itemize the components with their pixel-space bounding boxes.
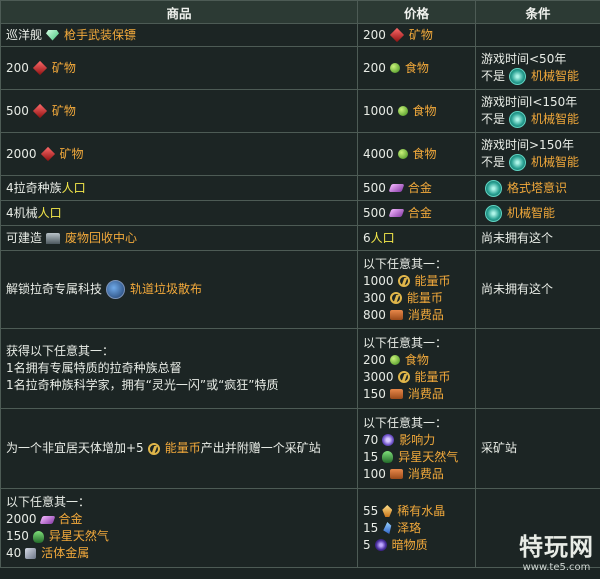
- condition-cell: 游戏时间<50年 不是 机械智能: [475, 46, 600, 90]
- trait-link[interactable]: 机械智能: [531, 69, 579, 83]
- table-row: 以下任意其一： 2000 合金 150 异星天然气 40 活体金属 55 稀有水晶 15…: [0, 488, 600, 568]
- condition-cell: 机械智能: [475, 200, 600, 226]
- energy-icon: [397, 371, 410, 383]
- goods-cell: 4机械人口: [0, 200, 358, 226]
- energy-icon: [147, 442, 160, 455]
- living-metal-icon: [25, 548, 37, 559]
- goods-cell: 获得以下任意其一： 1名拥有专属特质的拉奇种族总督 1名拉奇种族科学家，拥有“灵…: [0, 328, 358, 409]
- price-cell: 55 稀有水晶 15 泽珞 5 暗物质: [357, 488, 476, 568]
- table-row: 200 矿物 200 食物 游戏时间<50年 不是 机械智能: [0, 46, 600, 90]
- minerals-icon: [389, 27, 404, 43]
- table-row: 巡洋舰 枪手武装保镖 200 矿物: [0, 23, 600, 47]
- price-cell: 6人口: [357, 225, 476, 251]
- rare-crystal-icon: [382, 505, 393, 517]
- energy-icon: [397, 275, 410, 287]
- goods-link[interactable]: 枪手武装保镖: [64, 28, 136, 42]
- goods-cell: 500 矿物: [0, 89, 358, 133]
- table-row: 可建造 废物回收中心 6人口 尚未拥有这个: [0, 225, 600, 251]
- condition-cell: [475, 328, 600, 409]
- consumer-goods-icon: [389, 469, 403, 479]
- goods-cell: 可建造 废物回收中心: [0, 225, 358, 251]
- influence-icon: [382, 434, 395, 446]
- minerals-icon: [32, 60, 47, 76]
- goods-cell: 巡洋舰 枪手武装保镖: [0, 23, 358, 47]
- goods-cell: 以下任意其一： 2000 合金 150 异星天然气 40 活体金属: [0, 488, 358, 568]
- trait-link[interactable]: 格式塔意识: [507, 181, 567, 195]
- trait-link[interactable]: 机械智能: [531, 112, 579, 126]
- price-cell: 1000 食物: [357, 89, 476, 133]
- food-icon: [389, 355, 400, 365]
- gem-icon: [46, 29, 60, 41]
- trade-table: 商品 价格 条件 巡洋舰 枪手武装保镖 200 矿物 200 矿物 200 食物 游戏时…: [0, 0, 600, 568]
- table-row: 4拉奇种族人口 500 合金 格式塔意识: [0, 175, 600, 201]
- goods-cell: 2000 矿物: [0, 132, 358, 176]
- machine-intelligence-icon: [509, 154, 527, 171]
- goods-cell: 4拉奇种族人口: [0, 175, 358, 201]
- price-cell: 4000 食物: [357, 132, 476, 176]
- table-row: 4机械人口 500 合金 机械智能: [0, 200, 600, 226]
- watermark: 特玩网 www.te5.com: [519, 527, 594, 573]
- table-row: 解锁拉奇专属科技 轨道垃圾散布 以下任意其一： 1000 能量币 300 能量币 80…: [0, 250, 600, 329]
- header-condition: 条件: [475, 0, 600, 24]
- condition-cell: [475, 23, 600, 47]
- condition-cell: 格式塔意识: [475, 175, 600, 201]
- zro-icon: [383, 522, 392, 534]
- goods-cell: 为一个非宜居天体增加+5 能量币产出并附赠一个采矿站: [0, 408, 358, 489]
- table-row: 500 矿物 1000 食物 游戏时间l<150年 不是 机械智能: [0, 89, 600, 133]
- header-goods: 商品: [0, 0, 358, 24]
- condition-cell: 尚未拥有这个: [475, 250, 600, 329]
- dark-matter-icon: [374, 539, 387, 551]
- price-cell: 200 食物: [357, 46, 476, 90]
- building-icon: [46, 232, 61, 244]
- food-icon: [397, 149, 408, 159]
- tech-icon: [106, 280, 126, 299]
- trait-link[interactable]: 机械智能: [531, 155, 579, 169]
- machine-intelligence-icon: [509, 111, 527, 128]
- building-link[interactable]: 废物回收中心: [65, 231, 137, 245]
- price-cell: 以下任意其一： 1000 能量币 300 能量币 800 消费品: [357, 250, 476, 329]
- machine-intelligence-icon: [509, 68, 527, 85]
- food-icon: [389, 63, 400, 73]
- machine-intelligence-icon: [485, 204, 502, 222]
- energy-icon: [389, 292, 402, 304]
- minerals-icon: [40, 146, 55, 162]
- alloy-icon: [388, 184, 405, 192]
- alloy-icon: [39, 515, 56, 524]
- price-cell: 200 矿物: [357, 23, 476, 47]
- exotic-gas-icon: [32, 530, 44, 543]
- goods-cell: 200 矿物: [0, 46, 358, 90]
- food-icon: [397, 106, 408, 116]
- condition-cell: 游戏时间l<150年 不是 机械智能: [475, 89, 600, 133]
- price-cell: 500 合金: [357, 175, 476, 201]
- header-row: 商品 价格 条件: [0, 0, 600, 24]
- watermark-brand: 特玩网: [519, 533, 594, 561]
- condition-cell: 游戏时间>150年 不是 机械智能: [475, 132, 600, 176]
- watermark-url: www.te5.com: [522, 562, 591, 573]
- price-cell: 以下任意其一： 200 食物 3000 能量币 150 消费品: [357, 328, 476, 409]
- goods-cell: 解锁拉奇专属科技 轨道垃圾散布: [0, 250, 358, 329]
- consumer-goods-icon: [389, 389, 403, 399]
- tech-link[interactable]: 轨道垃圾散布: [130, 282, 202, 296]
- header-price: 价格: [357, 0, 476, 24]
- trait-link[interactable]: 机械智能: [507, 206, 555, 220]
- condition-cell: 采矿站: [475, 408, 600, 489]
- table-row: 为一个非宜居天体增加+5 能量币产出并附赠一个采矿站 以下任意其一： 70 影响力 …: [0, 408, 600, 489]
- condition-cell: 尚未拥有这个: [475, 225, 600, 251]
- price-cell: 500 合金: [357, 200, 476, 226]
- alloy-icon: [388, 209, 405, 217]
- gestalt-consciousness-icon: [485, 179, 502, 197]
- exotic-gas-icon: [382, 451, 394, 463]
- minerals-icon: [32, 103, 47, 119]
- consumer-goods-icon: [389, 310, 403, 320]
- price-cell: 以下任意其一： 70 影响力 15 异星天然气 100 消费品: [357, 408, 476, 489]
- table-row: 2000 矿物 4000 食物 游戏时间>150年 不是 机械智能: [0, 132, 600, 176]
- table-row: 获得以下任意其一： 1名拥有专属特质的拉奇种族总督 1名拉奇种族科学家，拥有“灵…: [0, 328, 600, 409]
